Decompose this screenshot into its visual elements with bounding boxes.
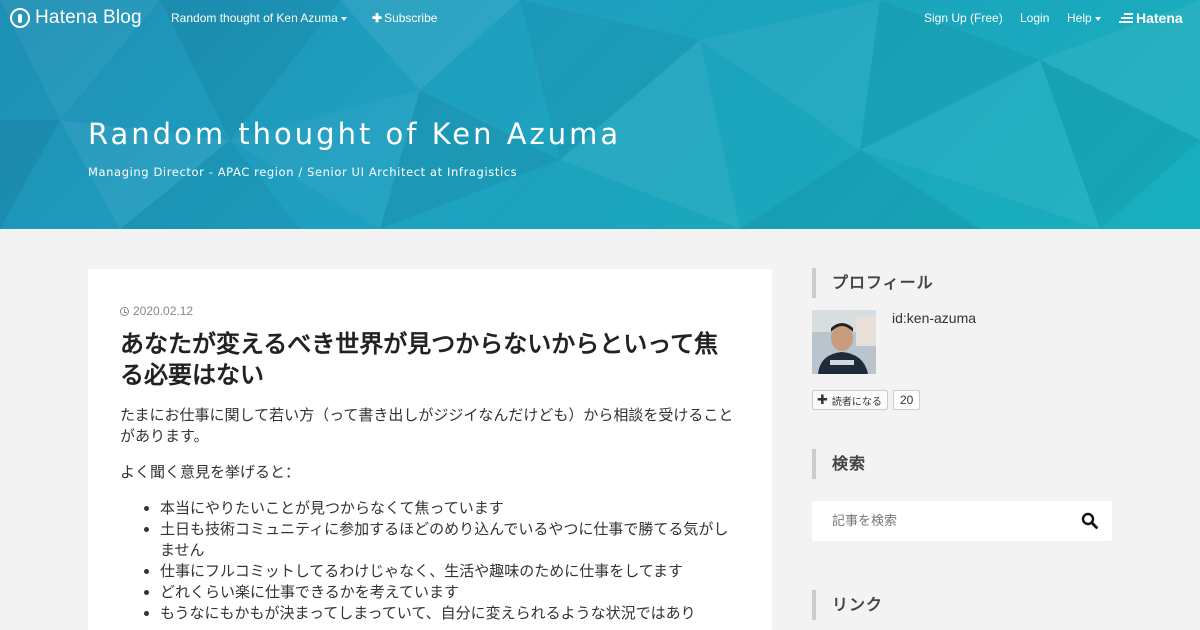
help-label: Help bbox=[1067, 11, 1092, 25]
article-list: 本当にやりたいことが見つからなくて焦っています 土日も技術コミュニティに参加する… bbox=[160, 498, 740, 624]
search-input[interactable] bbox=[812, 501, 1072, 541]
article-date[interactable]: 2020.02.12 bbox=[120, 304, 193, 318]
logo-text: Hatena Blog bbox=[35, 7, 142, 28]
article-body: たまにお仕事に関して若い方（って書き出しがジジイなんだけども）から相談を受けるこ… bbox=[120, 405, 740, 624]
subscribe-button-label: 読者になる bbox=[831, 396, 882, 408]
global-header-bar: Hatena Blog Random thought of Ken Azuma … bbox=[0, 0, 1200, 36]
article-card: 2020.02.12 あなたが変えるべき世界が見つからないからといって焦る必要は… bbox=[88, 269, 772, 630]
hatena-link[interactable]: Hatena bbox=[1119, 10, 1183, 26]
blog-menu-label: Random thought of Ken Azuma bbox=[171, 11, 338, 25]
list-item: 土日も技術コミュニティに参加するほどのめり込んでいるやつに仕事で勝てる気がしませ… bbox=[160, 519, 740, 561]
plus-icon: ✚ bbox=[817, 392, 828, 408]
subscribe-label: Subscribe bbox=[384, 11, 438, 25]
subscribe-button[interactable]: ✚ 読者になる bbox=[812, 390, 888, 410]
help-dropdown[interactable]: Help bbox=[1067, 11, 1101, 25]
blog-header: Hatena Blog Random thought of Ken Azuma … bbox=[0, 0, 1200, 229]
login-link[interactable]: Login bbox=[1020, 11, 1049, 25]
list-item: 本当にやりたいことが見つからなくて焦っています bbox=[160, 498, 740, 519]
article-date-text: 2020.02.12 bbox=[133, 304, 194, 318]
article-paragraph: たまにお仕事に関して若い方（って書き出しがジジイなんだけども）から相談を受けるこ… bbox=[120, 406, 734, 445]
links-heading: リンク bbox=[812, 590, 1112, 620]
list-item: 仕事にフルコミットしてるわけじゃなく、生活や趣味のために仕事をしてます bbox=[160, 561, 740, 582]
search-form bbox=[812, 501, 1112, 541]
profile-heading: プロフィール bbox=[812, 268, 1112, 298]
list-item: どれくらい楽に仕事できるかを考えています bbox=[160, 582, 740, 603]
hatena-blog-logo-icon bbox=[10, 8, 30, 28]
list-item: もうなにもかもが決まってしまっていて、自分に変えられるような状況ではあり bbox=[160, 603, 740, 624]
search-heading: 検索 bbox=[812, 449, 1112, 479]
hatena-blog-logo[interactable]: Hatena Blog bbox=[10, 7, 142, 29]
subscribe-link[interactable]: ✚ Subscribe bbox=[372, 11, 437, 25]
blog-title[interactable]: Random thought of Ken Azuma bbox=[88, 117, 621, 151]
plus-icon: ✚ bbox=[372, 11, 383, 25]
blog-menu-dropdown[interactable]: Random thought of Ken Azuma bbox=[171, 11, 347, 25]
clock-icon bbox=[120, 306, 129, 316]
article-paragraph: よく聞く意見を挙げると： bbox=[120, 463, 301, 481]
search-icon[interactable] bbox=[1080, 511, 1100, 531]
caret-down-icon bbox=[340, 16, 347, 21]
blog-description: Managing Director - APAC region / Senior… bbox=[88, 165, 518, 179]
profile-user-id[interactable]: id:ken-azuma bbox=[892, 310, 976, 326]
avatar-image bbox=[812, 310, 876, 374]
signup-link[interactable]: Sign Up (Free) bbox=[924, 11, 1003, 25]
hatena-label: Hatena bbox=[1136, 10, 1183, 26]
avatar[interactable] bbox=[812, 310, 876, 374]
caret-down-icon bbox=[1094, 16, 1101, 21]
hatena-logo-icon bbox=[1119, 11, 1133, 25]
subscriber-count[interactable]: 20 bbox=[893, 390, 921, 410]
article-title[interactable]: あなたが変えるべき世界が見つからないからといって焦る必要はない bbox=[120, 329, 740, 391]
